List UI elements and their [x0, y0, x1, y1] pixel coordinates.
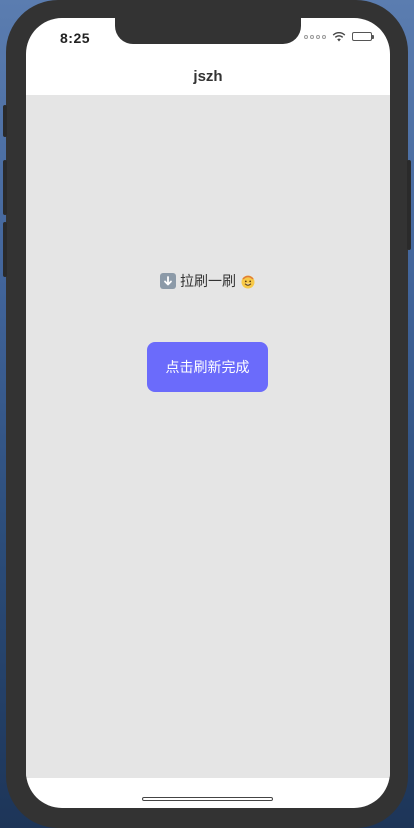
- refresh-complete-button[interactable]: 点击刷新完成: [147, 342, 268, 392]
- power-button: [407, 160, 411, 250]
- notch: [115, 18, 301, 44]
- status-time: 8:25: [60, 30, 91, 46]
- status-indicators: [304, 31, 374, 42]
- main-content[interactable]: 拉刷一刷 点击刷新完成: [26, 95, 390, 778]
- smile-emoji-icon: [241, 275, 255, 289]
- screen: 8:25 jszh 拉刷一刷 点击刷新完成: [26, 18, 390, 808]
- page-title: jszh: [193, 68, 223, 85]
- down-arrow-icon: [160, 273, 176, 289]
- pull-hint-label: 拉刷一刷: [180, 273, 236, 289]
- volume-down-button: [3, 222, 7, 277]
- navigation-bar: jszh: [26, 58, 390, 95]
- home-indicator[interactable]: [142, 797, 273, 801]
- pull-refresh-hint: 拉刷一刷: [26, 271, 390, 291]
- mute-switch: [3, 105, 7, 137]
- wifi-icon: [332, 32, 346, 42]
- battery-icon: [352, 32, 374, 41]
- volume-up-button: [3, 160, 7, 215]
- signal-dots-icon: [304, 34, 326, 39]
